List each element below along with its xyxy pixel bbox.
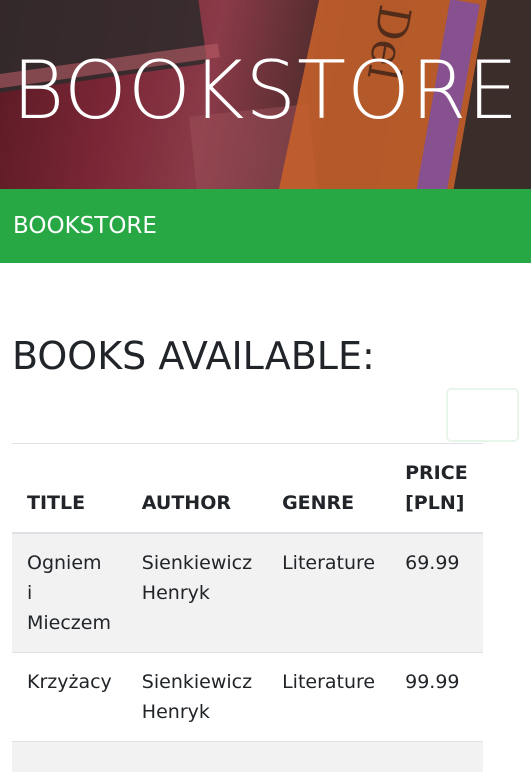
table-header-row: TITLE AUTHOR GENRE PRICE [PLN] bbox=[12, 443, 483, 534]
cell-title bbox=[12, 741, 127, 772]
navbar-toggler-button[interactable] bbox=[446, 388, 519, 442]
cell-title: Krzyżacy bbox=[12, 652, 127, 742]
table-row: Krzyżacy Sienkiewicz Henryk Literature 9… bbox=[12, 652, 483, 742]
page-title: BOOKS AVAILABLE: bbox=[12, 334, 375, 378]
column-header-price: PRICE [PLN] bbox=[390, 443, 483, 534]
table-row: Ogniem i Mieczem Sienkiewicz Henryk Lite… bbox=[12, 532, 483, 653]
cell-author: Sienkiewicz Henryk bbox=[126, 532, 268, 653]
column-header-author: AUTHOR bbox=[126, 443, 268, 534]
hamburger-menu-icon bbox=[467, 425, 500, 428]
cell-genre bbox=[267, 741, 391, 772]
table-row bbox=[12, 741, 483, 772]
cell-author bbox=[126, 741, 268, 772]
hero-title: BOOKSTORE bbox=[11, 44, 520, 137]
navbar-brand-link[interactable]: BOOKSTORE bbox=[13, 211, 157, 241]
cell-price bbox=[390, 741, 483, 772]
cell-price: 69.99 bbox=[390, 532, 483, 653]
books-table: TITLE AUTHOR GENRE PRICE [PLN] Ogniem i … bbox=[12, 443, 483, 772]
cell-genre: Literature bbox=[267, 532, 391, 653]
cell-price: 99.99 bbox=[390, 652, 483, 742]
cell-genre: Literature bbox=[267, 652, 391, 742]
hamburger-menu-icon bbox=[467, 403, 500, 406]
column-header-title: TITLE bbox=[12, 443, 127, 534]
navbar: BOOKSTORE bbox=[0, 189, 531, 442]
hamburger-menu-icon bbox=[467, 414, 500, 417]
column-header-genre: GENRE bbox=[267, 443, 391, 534]
hero-banner: Del BOOKSTORE bbox=[0, 0, 531, 189]
cell-title: Ogniem i Mieczem bbox=[12, 532, 127, 653]
cell-author: Sienkiewicz Henryk bbox=[126, 652, 268, 742]
